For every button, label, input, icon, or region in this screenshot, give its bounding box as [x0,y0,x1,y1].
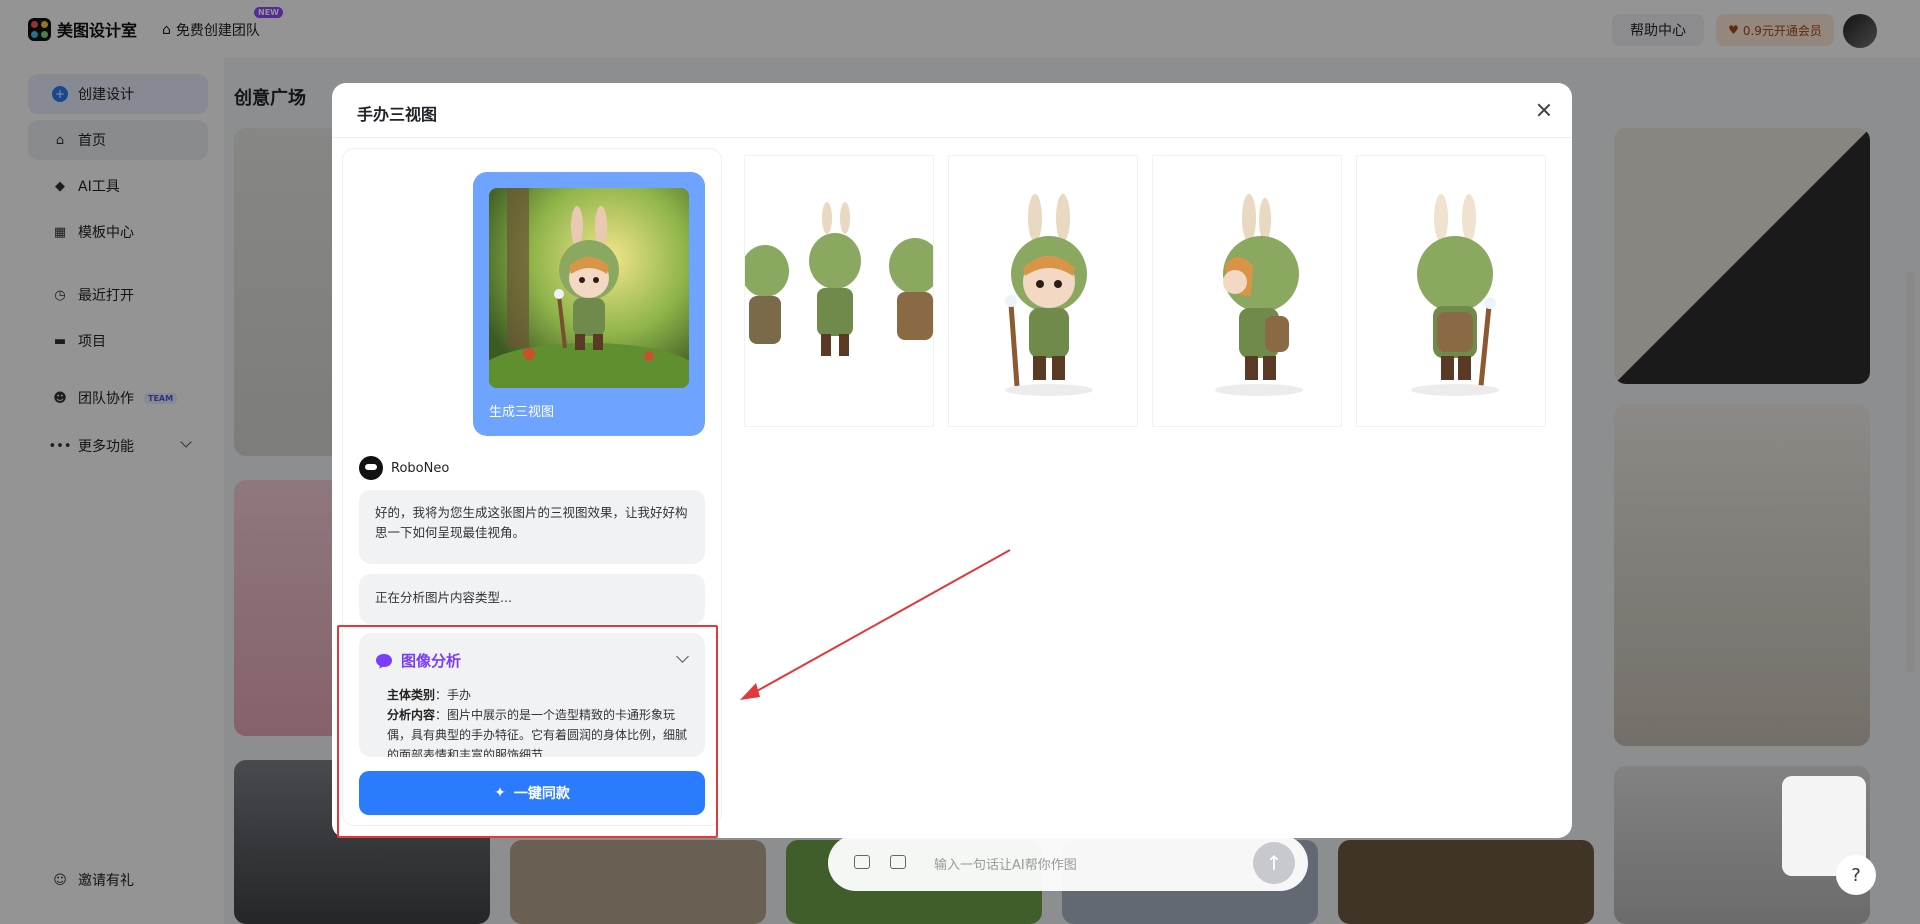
page-scrollbar[interactable] [1906,272,1914,672]
send-button[interactable]: ↑ [1253,842,1295,884]
prompt-input[interactable]: 输入一句话让AI帮你作图 [934,854,1077,873]
ai-prompt-bar: 输入一句话让AI帮你作图 ↑ [828,835,1308,891]
image-upload-icon[interactable] [854,855,870,869]
floating-help-button[interactable]: ? [1836,855,1876,895]
annotation-arrow [740,549,1011,700]
video-icon[interactable] [890,855,906,869]
